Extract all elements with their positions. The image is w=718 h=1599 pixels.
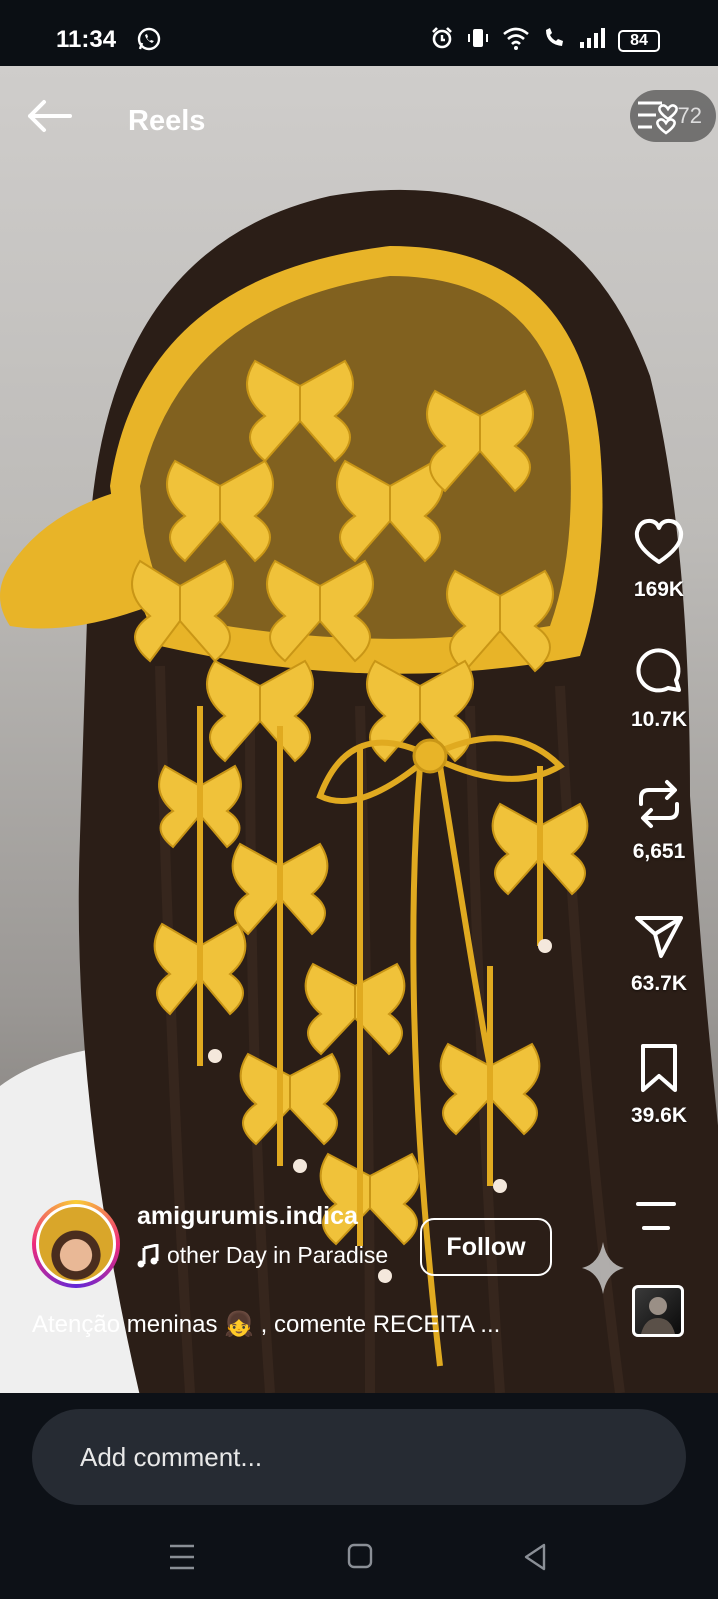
back-button[interactable] (24, 96, 74, 136)
system-back-button[interactable] (516, 1541, 556, 1573)
share-action: 63.7K (614, 908, 704, 996)
arrow-left-icon (28, 100, 72, 132)
status-icons: 84 (430, 26, 660, 55)
author-row: amigurumis.indica other Day in Paradise … (32, 1200, 592, 1290)
heart-list-icon (636, 99, 680, 141)
reel-image (0, 189, 718, 1393)
save-count: 39.6K (630, 1104, 688, 1127)
triangle-back-icon (524, 1543, 546, 1571)
recent-apps-button[interactable] (162, 1541, 202, 1573)
comment-bar (0, 1393, 718, 1513)
square-icon (347, 1543, 373, 1569)
save-action: 39.6K (614, 1040, 704, 1128)
system-nav-bar (0, 1513, 718, 1599)
menu-icon (170, 1544, 194, 1570)
audio-track[interactable]: other Day in Paradise (137, 1242, 437, 1269)
caption[interactable]: Atenção meninas 👧 , comente RECEITA ... (32, 1310, 592, 1339)
whatsapp-icon (136, 26, 162, 57)
follow-button[interactable]: Follow (420, 1218, 552, 1276)
comment-count: 10.7K (630, 708, 688, 731)
vibrate-icon (466, 26, 490, 55)
menu-lines-icon (636, 1202, 676, 1230)
comment-input[interactable] (32, 1409, 686, 1505)
like-count: 169K (633, 578, 685, 601)
wifi-icon (502, 26, 530, 55)
like-action: 169K (614, 514, 704, 602)
audio-thumbnail[interactable] (632, 1285, 684, 1337)
repost-icon[interactable] (631, 776, 687, 832)
signal-icon (578, 26, 606, 55)
share-count: 63.7K (630, 972, 688, 995)
repost-count: 6,651 (632, 840, 686, 863)
username[interactable]: amigurumis.indica (137, 1202, 358, 1231)
avatar-image (36, 1204, 116, 1284)
paper-plane-icon[interactable] (631, 908, 687, 964)
wifi-call-icon (542, 26, 566, 55)
more-options-button[interactable] (634, 1200, 678, 1232)
audio-cover-image (641, 1297, 675, 1334)
audio-title: other Day in Paradise (167, 1242, 389, 1268)
reel-video[interactable] (0, 66, 718, 1393)
home-button[interactable] (340, 1541, 380, 1573)
music-note-icon (137, 1243, 159, 1267)
comment-action: 10.7K (614, 644, 704, 732)
top-nav: Reels 72 (0, 66, 718, 176)
counter-value: 72 (677, 103, 702, 128)
bookmark-icon[interactable] (631, 1040, 687, 1096)
liked-reels-counter[interactable]: 72 (630, 90, 716, 142)
profile-avatar[interactable] (32, 1200, 120, 1288)
page-title: Reels (128, 105, 206, 137)
comment-icon[interactable] (631, 644, 687, 700)
repost-action: 6,651 (614, 776, 704, 864)
status-bar: 11:34 84 (0, 0, 718, 66)
alarm-icon (430, 26, 454, 55)
battery-icon: 84 (618, 29, 660, 52)
heart-icon[interactable] (631, 514, 687, 570)
status-time: 11:34 (56, 26, 117, 53)
